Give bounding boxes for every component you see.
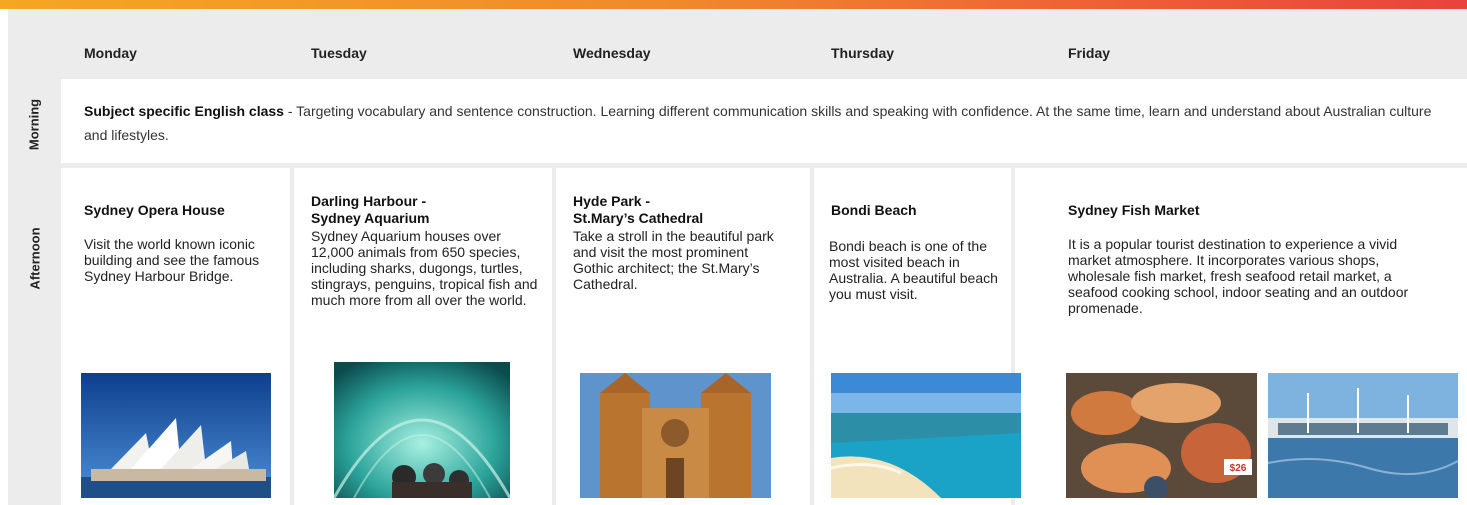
activity-description: Bondi beach is one of the most visited b… <box>829 238 998 302</box>
day-header-wednesday: Wednesday <box>573 45 651 61</box>
price-tag-label: $26 <box>1230 463 1247 474</box>
activity-title: Sydney Fish Market <box>1068 202 1200 218</box>
cathedral-photo <box>580 373 771 498</box>
activity-description: Sydney Aquarium houses over 12,000 anima… <box>311 228 538 308</box>
day-header-friday: Friday <box>1068 45 1111 61</box>
seafood-photo: $26 <box>1066 373 1257 498</box>
row-label-morning: Morning <box>26 98 42 151</box>
accent-bar <box>0 0 1467 9</box>
activity-description: Take a stroll in the beautiful park and … <box>573 228 774 292</box>
morning-class-title: Subject specific English class <box>84 103 284 119</box>
row-label-afternoon: Afternoon <box>27 227 43 290</box>
activity-subtitle: St.Mary’s Cathedral <box>573 210 704 226</box>
activity-title: Darling Harbour - <box>311 193 427 209</box>
opera-house-photo <box>81 373 271 498</box>
activity-description: It is a popular tourist destination to e… <box>1068 236 1409 316</box>
activity-subtitle: Sydney Aquarium <box>311 210 430 226</box>
fish-market-photo <box>1268 373 1458 498</box>
activity-title: Sydney Opera House <box>84 202 225 218</box>
day-header-monday: Monday <box>84 45 137 61</box>
aquarium-photo <box>334 362 510 498</box>
activity-title: Bondi Beach <box>831 202 917 218</box>
morning-class-text: - Targeting vocabulary and sentence cons… <box>84 103 1432 143</box>
day-header-tuesday: Tuesday <box>311 45 367 61</box>
day-header-thursday: Thursday <box>831 45 895 61</box>
bondi-beach-photo <box>831 373 1021 498</box>
morning-description: Subject specific English class - Targeti… <box>84 99 1434 147</box>
activity-description: Visit the world known iconic building an… <box>84 236 260 284</box>
activity-title: Hyde Park - <box>573 193 651 209</box>
